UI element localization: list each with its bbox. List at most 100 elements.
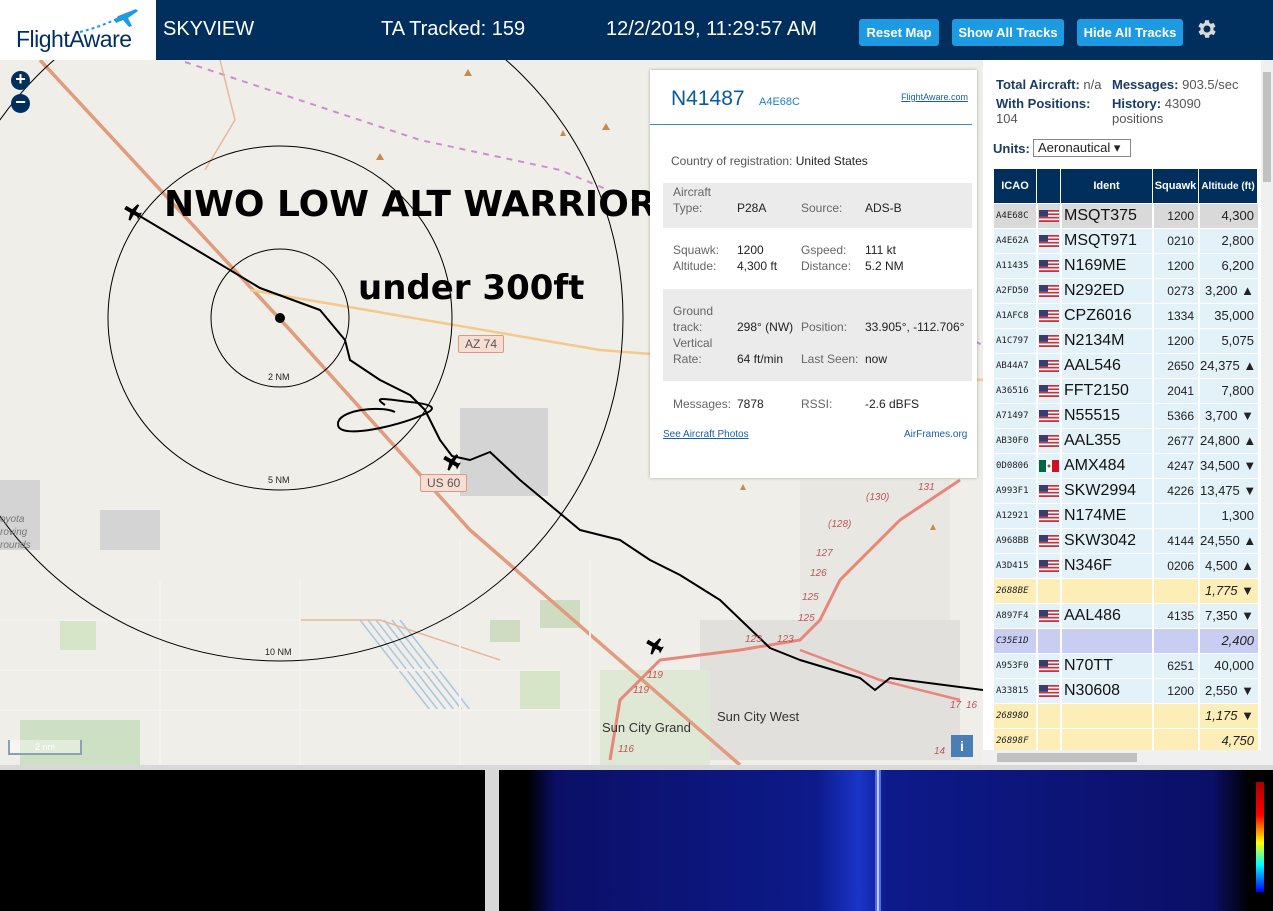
table-row[interactable]: A36516 FFT2150 2041 7,800 — [994, 379, 1258, 404]
cell-altitude: 3,700 ▼ — [1200, 404, 1258, 428]
cell-flag — [1038, 529, 1060, 553]
table-row[interactable]: 2688BE 1,775 ▼ — [994, 579, 1258, 604]
position-label: Position: — [801, 320, 848, 334]
messages-stat: Messages: 903.5/sec — [1112, 77, 1238, 92]
table-row[interactable]: 26898O 1,175 ▼ — [994, 704, 1258, 729]
table-row[interactable]: AB30F0 AAL355 2677 24,800 ▲ — [994, 429, 1258, 454]
table-row[interactable]: A1AFC8 CPZ6016 1334 35,000 — [994, 304, 1258, 329]
last-seen-value: now — [865, 352, 888, 366]
us-flag-icon — [1039, 335, 1059, 347]
cell-squawk — [1154, 579, 1198, 603]
cell-flag — [1038, 679, 1060, 703]
table-row[interactable]: A4E62A MSQT971 0210 2,800 — [994, 229, 1258, 254]
table-row[interactable]: A12921 N174ME 1,300 — [994, 504, 1258, 529]
road-label-us60: US 60 — [420, 474, 468, 492]
messages-rate-value: 903.5/sec — [1182, 77, 1239, 92]
table-row[interactable]: A897F4 AAL486 4135 7,350 ▼ — [994, 604, 1258, 629]
us-flag-icon — [1039, 560, 1059, 572]
table-row[interactable]: A33815 N30608 1200 2,550 ▼ — [994, 679, 1258, 704]
gear-icon[interactable] — [1194, 17, 1218, 41]
cell-altitude: 2,400 — [1200, 629, 1258, 653]
cell-altitude: 2,800 — [1200, 229, 1258, 253]
airframes-link[interactable]: AirFrames.org — [904, 429, 967, 440]
ring-label-10nm: 10 NM — [265, 647, 292, 657]
cell-altitude: 7,800 — [1200, 379, 1258, 403]
cell-squawk: 0206 — [1154, 554, 1198, 578]
table-row[interactable]: A2FD50 N292ED 0273 3,200 ▲ — [994, 279, 1258, 304]
cell-ident: N70TT — [1062, 654, 1152, 678]
history-unit: positions — [1112, 111, 1164, 126]
cell-squawk — [1154, 729, 1198, 750]
zoom-in-button[interactable]: + — [11, 70, 30, 90]
cell-squawk: 6251 — [1154, 654, 1198, 678]
cell-altitude: 1,300 — [1200, 504, 1258, 528]
table-row[interactable]: A953F0 N70TT 6251 40,000 — [994, 654, 1258, 679]
cell-flag — [1038, 629, 1060, 653]
reset-map-button[interactable]: Reset Map — [859, 19, 939, 46]
aircraft-photos-link[interactable]: See Aircraft Photos — [663, 429, 749, 440]
cell-icao: A33815 — [994, 679, 1036, 703]
cell-squawk — [1154, 704, 1198, 728]
column-header-icao[interactable]: ICAO — [994, 169, 1037, 203]
cell-ident: N30608 — [1062, 679, 1152, 703]
units-select[interactable]: Aeronautical ▾ — [1033, 139, 1131, 157]
table-row[interactable]: A3D415 N346F 0206 4,500 ▲ — [994, 554, 1258, 579]
country-row: Country of registration: United States — [671, 154, 868, 168]
popup-hex: A4E68C — [759, 96, 800, 108]
us-flag-icon — [1039, 235, 1059, 247]
horizontal-scroll-thumb[interactable] — [997, 753, 1137, 762]
aircraft-type-label-1: Aircraft — [673, 185, 712, 199]
info-button[interactable]: i — [951, 735, 973, 757]
cell-altitude: 35,000 — [1200, 304, 1258, 328]
column-header-ident[interactable]: Ident — [1061, 169, 1153, 203]
vertical-scroll-thumb[interactable] — [1263, 72, 1271, 182]
history-value: 43090 — [1164, 96, 1201, 111]
show-all-tracks-button[interactable]: Show All Tracks — [952, 19, 1064, 46]
road-label-az74: AZ 74 — [458, 335, 505, 353]
route-number: 125 — [802, 592, 819, 603]
hide-all-tracks-button[interactable]: Hide All Tracks — [1077, 19, 1183, 46]
country-value: United States — [795, 154, 868, 168]
us-flag-icon — [1039, 435, 1059, 447]
table-row[interactable]: 0D0806 AMX484 4247 34,500 ▼ — [994, 454, 1258, 479]
cell-squawk: 5366 — [1154, 404, 1198, 428]
place-label-partial-1: oyota — [0, 514, 25, 525]
squawk-value: 1200 — [737, 243, 764, 257]
total-aircraft-stat: Total Aircraft: n/a — [996, 77, 1102, 92]
table-row[interactable]: A968BB SKW3042 4144 24,550 ▲ — [994, 529, 1258, 554]
route-number: (130) — [866, 492, 890, 503]
column-header-flag[interactable] — [1037, 169, 1061, 203]
cell-flag — [1038, 329, 1060, 353]
table-row[interactable]: A71497 N55515 5366 3,700 ▼ — [994, 404, 1258, 429]
horizontal-scrollbar[interactable] — [983, 750, 1273, 765]
cell-icao: A3D415 — [994, 554, 1036, 578]
table-row[interactable]: 26898F 4,750 — [994, 729, 1258, 750]
table-row[interactable]: C35E1D 2,400 — [994, 629, 1258, 654]
column-header-altitude[interactable]: Altitude (ft) — [1199, 169, 1258, 203]
cell-flag — [1038, 554, 1060, 578]
table-row[interactable]: A4E68C MSQT375 1200 4,300 — [994, 204, 1258, 229]
cell-ident: AMX484 — [1062, 454, 1152, 478]
cell-flag — [1038, 254, 1060, 278]
cell-ident — [1062, 579, 1152, 603]
place-label-partial-3: rounds — [0, 540, 31, 551]
zoom-out-button[interactable]: − — [11, 93, 30, 113]
cell-ident: AAL486 — [1062, 604, 1152, 628]
cell-altitude: 5,075 — [1200, 329, 1258, 353]
table-row[interactable]: A993F1 SKW2994 4226 13,475 ▼ — [994, 479, 1258, 504]
bottom-splitter[interactable] — [485, 765, 499, 911]
flightaware-logo[interactable]: FlightAware — [0, 0, 156, 60]
header-bar: FlightAware SKYVIEW TA Tracked: 159 12/2… — [0, 0, 1273, 60]
with-positions-value: 104 — [996, 111, 1018, 126]
us-flag-icon — [1039, 360, 1059, 372]
cell-icao: A4E68C — [994, 204, 1036, 228]
table-row[interactable]: AB44A7 AAL546 2650 24,375 ▲ — [994, 354, 1258, 379]
table-row[interactable]: A11435 N169ME 1200 6,200 — [994, 254, 1258, 279]
column-header-squawk[interactable]: Squawk — [1153, 169, 1199, 203]
vertical-scrollbar[interactable] — [1261, 60, 1273, 750]
messages-value: 7878 — [737, 397, 764, 411]
cell-squawk: 4144 — [1154, 529, 1198, 553]
popup-registration: N41487 — [671, 87, 745, 110]
table-row[interactable]: A1C797 N2134M 1200 5,075 — [994, 329, 1258, 354]
flightaware-link[interactable]: FlightAware.com — [901, 92, 968, 102]
